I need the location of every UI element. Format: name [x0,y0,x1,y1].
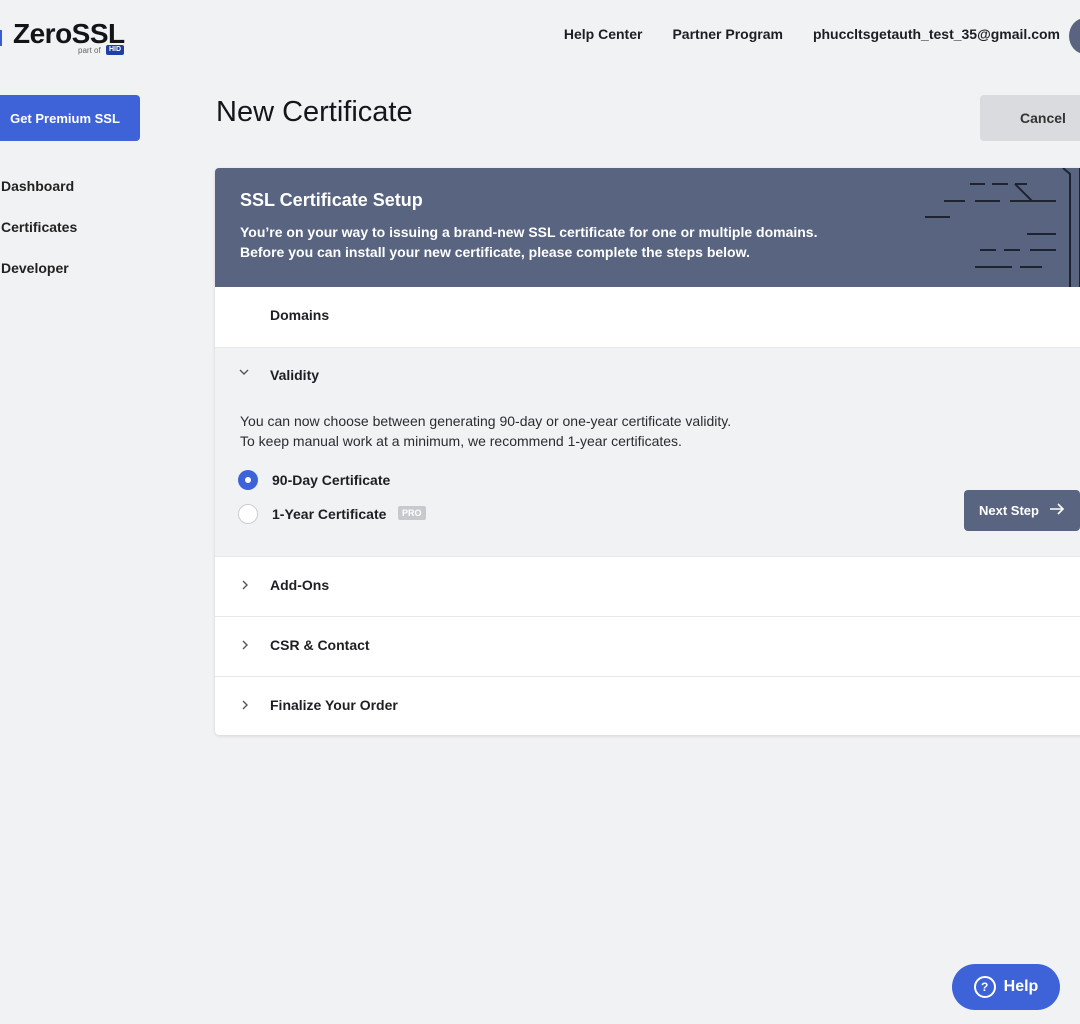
user-email[interactable]: phuccltsgetauth_test_35@gmail.com [813,26,1060,42]
step-validity: Validity You can now choose between gene… [215,348,1080,557]
partner-program-link[interactable]: Partner Program [672,26,782,42]
step-csr-contact[interactable]: CSR & Contact [215,617,1080,677]
next-step-label: Next Step [979,503,1039,518]
chevron-right-icon [239,579,251,594]
help-label: Help [1003,978,1039,995]
sidebar-item-dashboard[interactable]: Dashboard [1,178,74,194]
question-icon: ? [973,976,996,998]
step-validity-label[interactable]: Validity [270,367,319,383]
validity-description: You can now choose between generating 90… [240,411,731,451]
pro-badge: PRO [398,506,426,520]
arrow-right-icon [1049,502,1065,520]
radio-90-day[interactable] [238,470,258,490]
validity-desc-line2: To keep manual work at a minimum, we rec… [240,433,682,449]
step-addons-label: Add-Ons [270,577,330,593]
hid-logo: HID [106,45,125,55]
setup-header: SSL Certificate Setup You’re on your way… [215,168,1080,287]
step-finalize-label: Finalize Your Order [270,697,398,713]
setup-desc-line1: You’re on your way to issuing a brand-ne… [240,224,818,240]
zerossl-logo[interactable]: ZeroSSL part of HID [0,18,140,58]
step-domains[interactable]: Domains [215,287,1080,348]
page-title: New Certificate [216,96,413,128]
chevron-right-icon [239,639,251,654]
brand-sub: part of [78,46,101,55]
certificate-setup-card: SSL Certificate Setup You’re on your way… [215,168,1080,735]
top-nav: Help Center Partner Program phuccltsgeta… [564,26,1060,42]
avatar[interactable] [1069,18,1080,54]
help-center-link[interactable]: Help Center [564,26,643,42]
step-finalize[interactable]: Finalize Your Order [215,677,1080,735]
chevron-right-icon [239,699,251,714]
setup-title: SSL Certificate Setup [240,190,423,210]
option-1-year-label[interactable]: 1-Year Certificate [272,506,386,522]
validity-desc-line1: You can now choose between generating 90… [240,413,732,429]
cancel-button[interactable]: Cancel [980,95,1080,141]
sidebar-item-developer[interactable]: Developer [1,260,69,276]
step-csr-label: CSR & Contact [270,637,370,653]
get-premium-ssl-button[interactable]: Get Premium SSL [0,95,140,141]
setup-description: You’re on your way to issuing a brand-ne… [240,222,817,262]
step-addons[interactable]: Add-Ons [215,557,1080,617]
circuit-decoration-icon [925,168,1080,287]
option-90-day-label[interactable]: 90-Day Certificate [272,472,390,488]
chevron-down-icon[interactable] [238,366,250,381]
step-domains-label: Domains [270,307,330,323]
logo-mark [0,30,2,46]
sidebar-item-certificates[interactable]: Certificates [1,219,77,235]
help-button[interactable]: ? Help [952,964,1060,1010]
setup-desc-line2: Before you can install your new certific… [240,244,750,260]
radio-1-year[interactable] [238,504,258,524]
next-step-button[interactable]: Next Step [964,490,1080,531]
